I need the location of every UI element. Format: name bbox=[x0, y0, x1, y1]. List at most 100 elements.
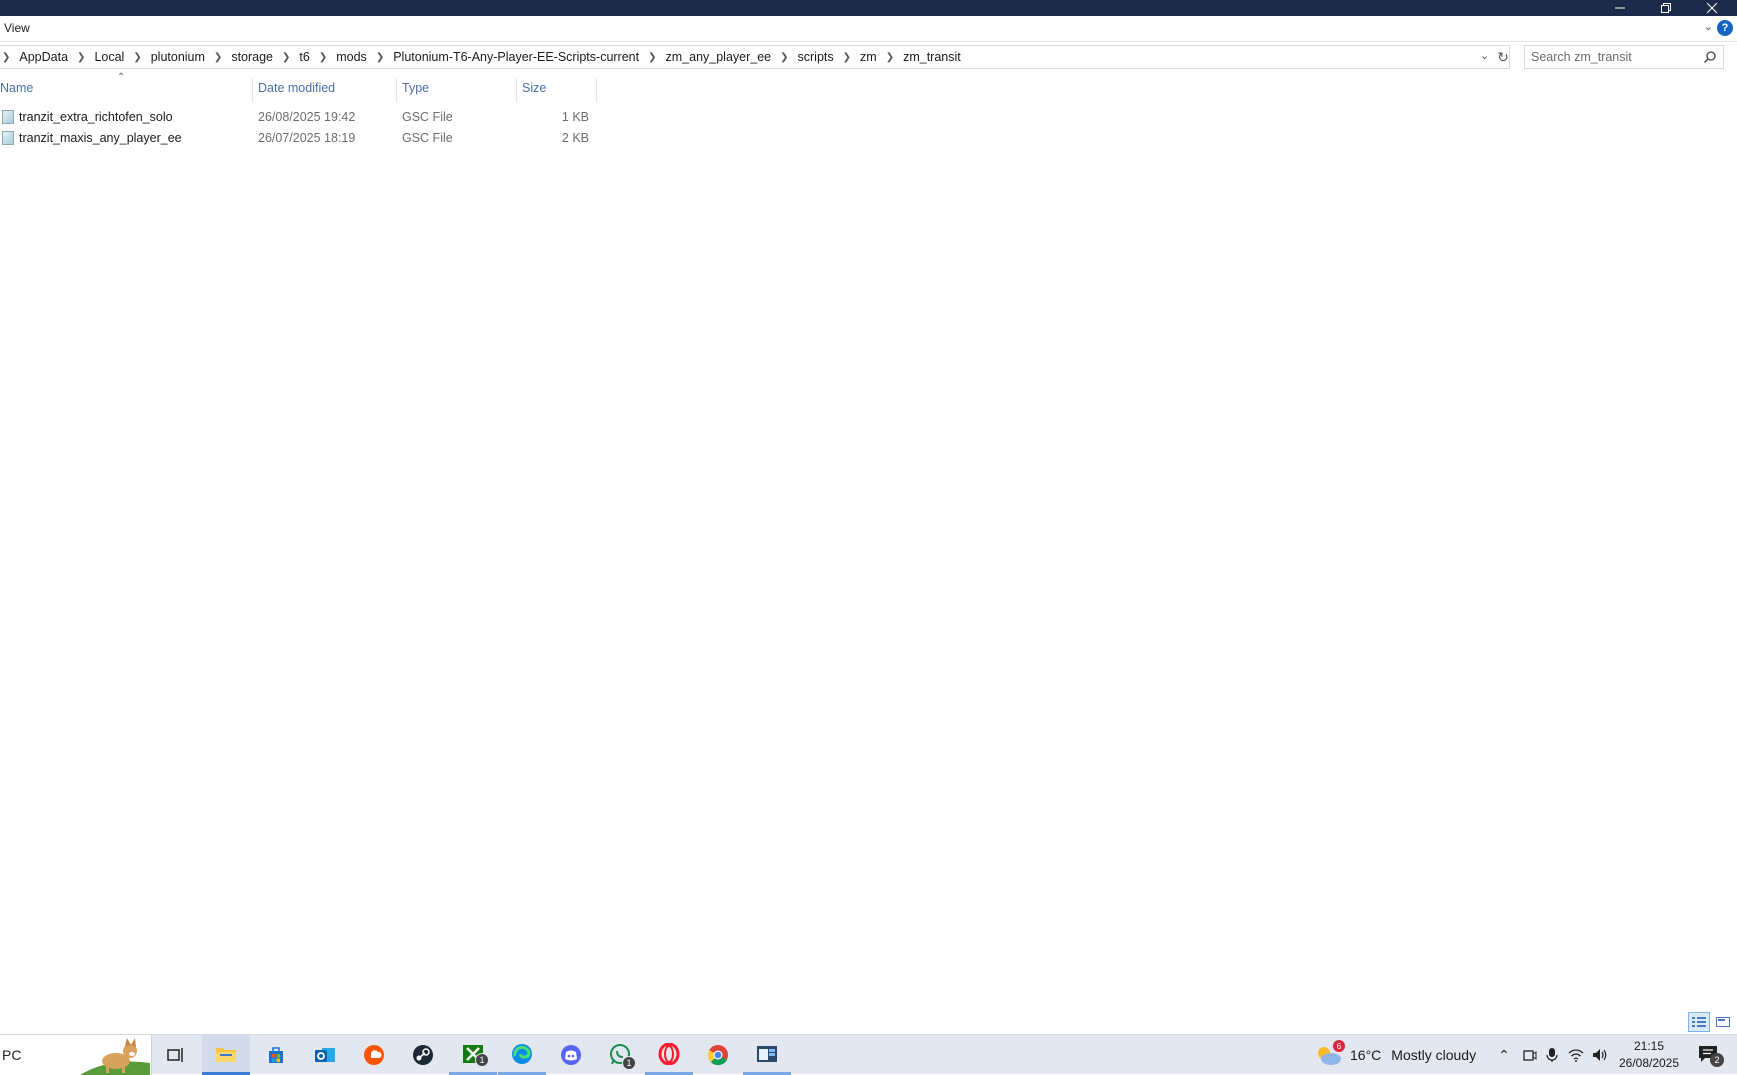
edge-icon bbox=[512, 1043, 532, 1064]
column-header-type[interactable]: Type bbox=[402, 81, 429, 95]
breadcrumb-separator-icon[interactable]: ❯ bbox=[376, 52, 384, 63]
breadcrumb-separator-icon[interactable]: ❯ bbox=[886, 52, 894, 63]
weather-temperature: 16°C bbox=[1350, 1047, 1382, 1063]
show-hidden-icons-button[interactable]: ⌃ bbox=[1494, 1045, 1514, 1065]
breadcrumb-item[interactable]: zm_transit bbox=[903, 50, 961, 64]
clock[interactable]: 21:15 26/08/2025 bbox=[1612, 1038, 1686, 1072]
microphone-button[interactable] bbox=[1542, 1045, 1562, 1065]
breadcrumb-item[interactable]: storage bbox=[231, 50, 273, 64]
taskbar-chrome[interactable] bbox=[694, 1035, 742, 1075]
close-button[interactable] bbox=[1689, 0, 1735, 16]
expand-ribbon-button[interactable]: ⌄ bbox=[1704, 20, 1713, 33]
tab-view[interactable]: View bbox=[4, 21, 30, 35]
weather-widget[interactable]: 6 16°C Mostly cloudy bbox=[1316, 1040, 1476, 1067]
app-window-icon bbox=[757, 1045, 777, 1062]
taskbar-outlook[interactable] bbox=[301, 1035, 349, 1075]
opera-icon bbox=[658, 1042, 680, 1065]
column-header-date[interactable]: Date modified bbox=[258, 81, 335, 95]
file-size: 2 KB bbox=[561, 131, 589, 145]
breadcrumb-separator-icon[interactable]: ❯ bbox=[2, 52, 10, 63]
title-bar bbox=[0, 0, 1737, 16]
file-name: tranzit_extra_richtofen_solo bbox=[19, 110, 173, 124]
taskbar-opera[interactable] bbox=[645, 1035, 693, 1075]
file-row[interactable]: tranzit_maxis_any_player_ee 26/07/2025 1… bbox=[0, 128, 600, 148]
ribbon: View ⌄ ? bbox=[0, 16, 1737, 42]
taskbar-xbox[interactable]: 1 bbox=[449, 1035, 497, 1075]
breadcrumb-item[interactable]: mods bbox=[336, 50, 367, 64]
file-row[interactable]: tranzit_extra_richtofen_solo 26/08/2025 … bbox=[0, 107, 600, 127]
taskbar-search[interactable]: PC bbox=[0, 1035, 152, 1075]
address-bar[interactable]: ❯ AppData ❯ Local ❯ plutonium ❯ storage ❯ t6 ❯ mods… bbox=[0, 45, 1510, 69]
breadcrumb-item[interactable]: Local bbox=[94, 50, 124, 64]
breadcrumb-separator-icon[interactable]: ❯ bbox=[780, 52, 788, 63]
address-history-button[interactable]: ⌄ bbox=[1480, 49, 1489, 62]
task-view-button[interactable] bbox=[152, 1035, 200, 1075]
breadcrumb-item[interactable]: Plutonium-T6-Any-Player-EE-Scripts-curre… bbox=[393, 50, 639, 64]
breadcrumb-separator-icon[interactable]: ❯ bbox=[843, 52, 851, 63]
camera-icon bbox=[1523, 1050, 1537, 1061]
restore-button[interactable] bbox=[1643, 0, 1689, 16]
column-divider[interactable] bbox=[596, 78, 597, 102]
whatsapp-badge: 1 bbox=[622, 1056, 636, 1070]
taskbar-discord[interactable] bbox=[547, 1035, 595, 1075]
taskbar-file-explorer[interactable] bbox=[202, 1035, 250, 1075]
chrome-icon bbox=[707, 1045, 728, 1066]
help-button[interactable]: ? bbox=[1717, 20, 1733, 36]
soundcloud-icon bbox=[364, 1045, 384, 1065]
volume-button[interactable] bbox=[1590, 1045, 1610, 1065]
refresh-icon: ↻ bbox=[1497, 48, 1509, 65]
column-divider[interactable] bbox=[516, 78, 517, 102]
notifications-badge: 2 bbox=[1710, 1053, 1724, 1067]
taskbar: PC 1 1 6 16°C Mostly cloudy ⌃ 21:15 26/0… bbox=[0, 1034, 1737, 1075]
close-icon bbox=[1706, 2, 1717, 13]
meet-now-button[interactable] bbox=[1520, 1045, 1540, 1065]
discord-icon bbox=[561, 1045, 581, 1065]
large-icons-view-icon bbox=[1716, 1017, 1730, 1027]
network-button[interactable] bbox=[1566, 1045, 1586, 1065]
chevron-down-icon: ⌄ bbox=[1703, 21, 1713, 33]
search-box[interactable] bbox=[1524, 45, 1724, 69]
details-view-button[interactable] bbox=[1688, 1012, 1710, 1032]
breadcrumb-separator-icon[interactable]: ❯ bbox=[319, 52, 327, 63]
file-icon bbox=[2, 110, 14, 124]
taskbar-soundcloud[interactable] bbox=[350, 1035, 398, 1075]
search-icon[interactable] bbox=[1703, 50, 1717, 64]
breadcrumb-separator-icon[interactable]: ❯ bbox=[214, 52, 222, 63]
column-header-name[interactable]: Name bbox=[0, 81, 33, 95]
column-header-size[interactable]: Size bbox=[522, 81, 546, 95]
weather-alert-badge: 6 bbox=[1333, 1040, 1345, 1052]
file-date: 26/07/2025 18:19 bbox=[258, 131, 356, 145]
large-icons-view-button[interactable] bbox=[1712, 1012, 1734, 1032]
minimize-icon bbox=[1614, 7, 1625, 8]
search-input[interactable] bbox=[1531, 50, 1701, 64]
store-icon bbox=[269, 1047, 283, 1063]
column-divider[interactable] bbox=[396, 78, 397, 102]
breadcrumb-separator-icon[interactable]: ❯ bbox=[282, 52, 290, 63]
restore-icon bbox=[1660, 2, 1671, 13]
taskbar-app-window[interactable] bbox=[743, 1035, 791, 1075]
minimize-button[interactable] bbox=[1597, 0, 1643, 16]
folder-icon bbox=[216, 1047, 236, 1062]
taskbar-whatsapp[interactable]: 1 bbox=[596, 1035, 644, 1075]
breadcrumb-item[interactable]: zm bbox=[860, 50, 877, 64]
file-name: tranzit_maxis_any_player_ee bbox=[19, 131, 182, 145]
clock-time: 21:15 bbox=[1633, 1039, 1665, 1053]
breadcrumb-separator-icon[interactable]: ❯ bbox=[77, 52, 85, 63]
file-type: GSC File bbox=[402, 131, 453, 145]
details-view-icon bbox=[1692, 1017, 1706, 1027]
breadcrumb-item[interactable]: AppData bbox=[19, 50, 68, 64]
notifications-button[interactable]: 2 bbox=[1696, 1043, 1724, 1067]
column-divider[interactable] bbox=[252, 78, 253, 102]
taskbar-microsoft-store[interactable] bbox=[252, 1035, 300, 1075]
breadcrumb-item[interactable]: zm_any_player_ee bbox=[666, 50, 772, 64]
refresh-button[interactable]: ↻ bbox=[1494, 45, 1512, 69]
breadcrumb-item[interactable]: plutonium bbox=[151, 50, 205, 64]
breadcrumb-item[interactable]: t6 bbox=[299, 50, 309, 64]
breadcrumb-separator-icon[interactable]: ❯ bbox=[133, 52, 141, 63]
breadcrumb-separator-icon[interactable]: ❯ bbox=[648, 52, 656, 63]
dog-illustration-icon bbox=[80, 1038, 150, 1075]
taskbar-steam[interactable] bbox=[399, 1035, 447, 1075]
taskbar-edge[interactable] bbox=[498, 1035, 546, 1075]
taskbar-search-text: PC bbox=[2, 1047, 22, 1063]
breadcrumb-item[interactable]: scripts bbox=[798, 50, 834, 64]
